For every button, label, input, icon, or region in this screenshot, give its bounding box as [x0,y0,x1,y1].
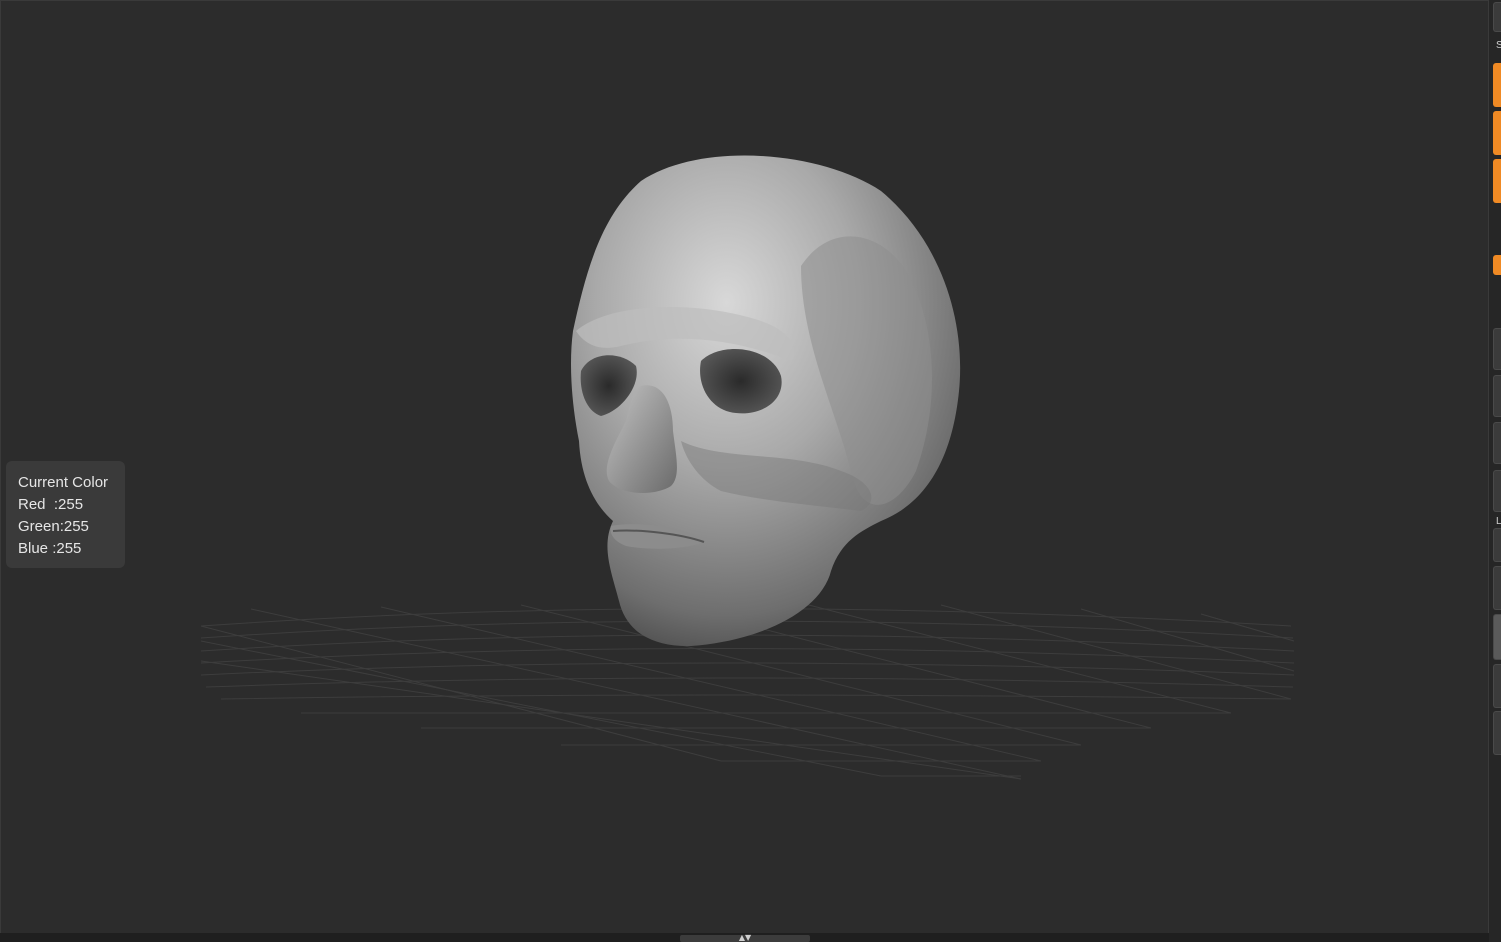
shelf-button-8[interactable] [1493,711,1501,755]
right-tool-shelf: S L [1489,0,1501,942]
skull-model [571,155,961,647]
shelf-button-orange-2[interactable] [1493,111,1501,155]
shelf-button-orange-1[interactable] [1493,63,1501,107]
shelf-button-7[interactable] [1493,664,1501,708]
shelf-letter-mid: L [1496,516,1501,527]
shelf-scroll-handle[interactable] [1493,614,1501,660]
shelf-button-3[interactable] [1493,422,1501,464]
current-color-tooltip: Current Color Red :255 Green:255 Blue :2… [6,461,125,568]
shelf-button-2[interactable] [1493,375,1501,417]
3d-scene[interactable] [1,1,1490,934]
tooltip-green-value: Green:255 [18,518,89,535]
collapse-arrows-icon[interactable]: ▲▼ [735,933,755,942]
shelf-button-orange-4[interactable] [1493,255,1501,275]
shelf-button-top[interactable] [1493,2,1501,32]
tooltip-title: Current Color [18,474,109,491]
shelf-button-4[interactable] [1493,470,1501,512]
tooltip-red-value: Red :255 [18,496,84,513]
shelf-button-6[interactable] [1493,566,1501,610]
shelf-button-1[interactable] [1493,328,1501,370]
document-canvas[interactable]: Current Color Red :255 Green:255 Blue :2… [0,0,1489,933]
shelf-button-5[interactable] [1493,528,1501,562]
shelf-letter-top: S [1496,40,1501,51]
tooltip-blue-value: Blue :255 [18,540,82,557]
shelf-button-orange-3[interactable] [1493,159,1501,203]
